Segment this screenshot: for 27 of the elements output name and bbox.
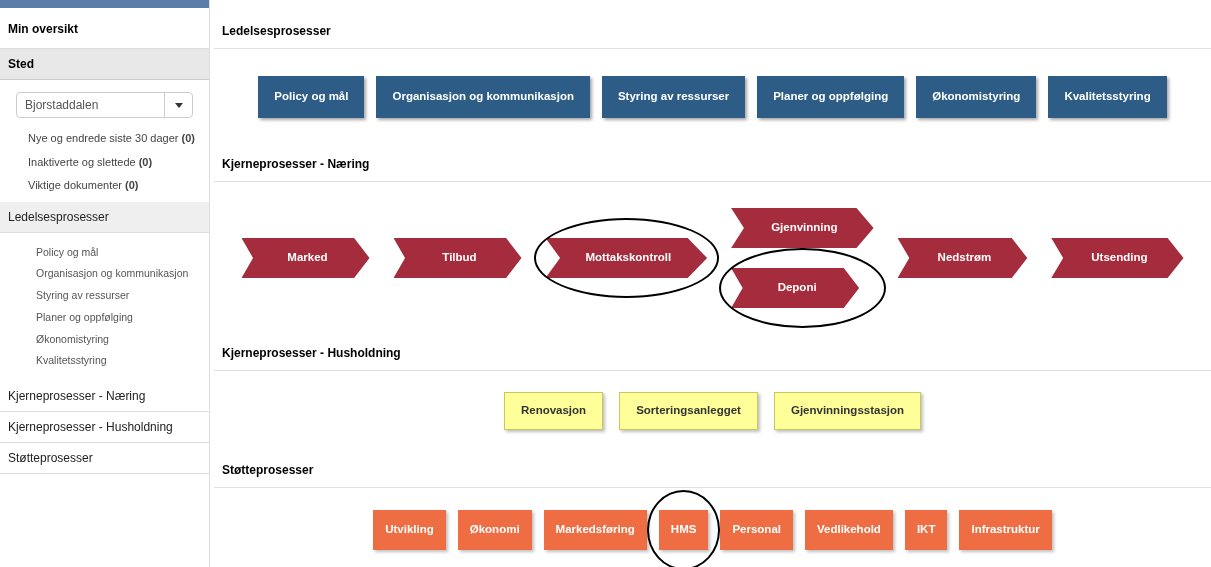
- sidebar-subitem[interactable]: Policy og mål: [36, 244, 209, 261]
- sidebar-item[interactable]: Ledelsesprosesser: [0, 201, 209, 233]
- section-heading: Støtteprosesser: [222, 463, 314, 477]
- process-button[interactable]: Planer og oppfølging: [757, 76, 905, 118]
- process-button[interactable]: Organisasjon og kommunikasjon: [376, 76, 590, 118]
- section-header: Sted: [0, 49, 209, 80]
- process-button[interactable]: Styring av ressurser: [601, 76, 746, 118]
- filter-link[interactable]: Viktige dokumenter (0): [28, 177, 209, 194]
- process-button[interactable]: Policy og mål: [258, 76, 365, 118]
- caret-icon: [174, 102, 183, 108]
- overview-link[interactable]: Min oversikt: [8, 22, 79, 36]
- process-button[interactable]: Sorteringsanlegget: [619, 392, 758, 430]
- process-button[interactable]: Kvalitetsstyring: [1048, 76, 1167, 118]
- sidebar-subitem[interactable]: Økonomistyring: [36, 331, 209, 348]
- sidebar-subitem[interactable]: Styring av ressurser: [36, 288, 209, 304]
- process-button[interactable]: Økonomistyring: [916, 76, 1037, 118]
- section-heading: Kjerneprosesser - Husholdning: [222, 346, 401, 360]
- filter-link[interactable]: Inaktiverte og slettede (0): [28, 153, 209, 170]
- sidebar-subitem[interactable]: Planer og oppfølging: [36, 309, 209, 326]
- process-button[interactable]: Gjenvinningsstasjon: [773, 392, 922, 430]
- section-heading: Kjerneprosesser - Næring: [222, 157, 370, 171]
- sidebar-subitem[interactable]: Kvalitetsstyring: [36, 353, 209, 369]
- process-button[interactable]: Renovasjon: [503, 392, 604, 430]
- place-select[interactable]: Bjorstaddalen: [16, 92, 193, 118]
- sidebar-subitem[interactable]: Organisasjon og kommunikasjon: [36, 266, 209, 282]
- section-heading: Ledelsesprosesser: [222, 24, 331, 38]
- filter-link[interactable]: Nye og endrede siste 30 dager (0): [28, 130, 209, 147]
